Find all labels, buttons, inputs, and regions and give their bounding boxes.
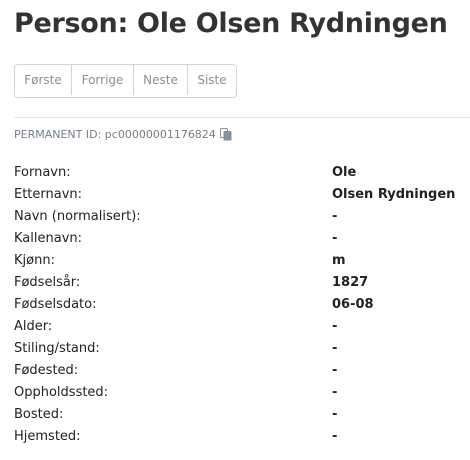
previous-button[interactable]: Forrige [72, 65, 134, 95]
field-value: - [332, 231, 338, 246]
field-row: Fødested: - [14, 361, 470, 383]
first-button[interactable]: Første [15, 65, 72, 95]
field-value: Olsen Rydningen [332, 187, 456, 202]
field-row: Kallenavn: - [14, 229, 470, 251]
field-label: Navn (normalisert): [14, 209, 141, 224]
field-value: Ole [332, 165, 357, 180]
field-value: 06-08 [332, 297, 374, 312]
permanent-id-value[interactable]: pc00000001176824 [105, 128, 216, 141]
field-label: Etternavn: [14, 187, 83, 202]
field-value: - [332, 363, 338, 378]
field-row: Alder: - [14, 317, 470, 339]
divider [14, 117, 470, 118]
permanent-id: PERMANENT ID: pc00000001176824 [14, 128, 232, 141]
field-row: Kjønn: m [14, 251, 470, 273]
field-value: 1827 [332, 275, 369, 290]
field-value: - [332, 319, 338, 334]
field-label: Kjønn: [14, 253, 55, 268]
field-label: Fødselsdato: [14, 297, 97, 312]
field-label: Fornavn: [14, 165, 71, 180]
field-label: Hjemsted: [14, 429, 81, 444]
field-label: Fødested: [14, 363, 79, 378]
field-label: Kallenavn: [14, 231, 83, 246]
field-row: Hjemsted: - [14, 427, 470, 449]
field-value: - [332, 407, 338, 422]
field-row: Navn (normalisert): - [14, 207, 470, 229]
person-fields: Fornavn: Ole Etternavn: Olsen Rydningen Navn… [14, 163, 470, 449]
page-title: Person: Ole Olsen Rydningen [14, 8, 448, 39]
field-label: Alder: [14, 319, 53, 334]
field-label: Stiling/stand: [14, 341, 100, 356]
last-button[interactable]: Siste [188, 65, 236, 95]
person-page: Person: Ole Olsen Rydningen Første Forri… [0, 0, 470, 460]
permanent-id-label: PERMANENT ID: [14, 128, 102, 141]
field-value: - [332, 385, 338, 400]
field-label: Fødselsår: [14, 275, 81, 290]
field-value: m [332, 253, 346, 268]
field-row: Etternavn: Olsen Rydningen [14, 185, 470, 207]
field-label: Bosted: [14, 407, 64, 422]
record-pager: Første Forrige Neste Siste [14, 64, 237, 98]
field-row: Fødselsår: 1827 [14, 273, 470, 295]
field-value: - [332, 341, 338, 356]
copy-icon[interactable] [219, 128, 232, 141]
field-row: Fornavn: Ole [14, 163, 470, 185]
field-row: Oppholdssted: - [14, 383, 470, 405]
field-row: Bosted: - [14, 405, 470, 427]
field-row: Stiling/stand: - [14, 339, 470, 361]
field-label: Oppholdssted: [14, 385, 109, 400]
next-button[interactable]: Neste [134, 65, 188, 95]
field-row: Fødselsdato: 06-08 [14, 295, 470, 317]
field-value: - [332, 429, 338, 444]
field-value: - [332, 209, 338, 224]
